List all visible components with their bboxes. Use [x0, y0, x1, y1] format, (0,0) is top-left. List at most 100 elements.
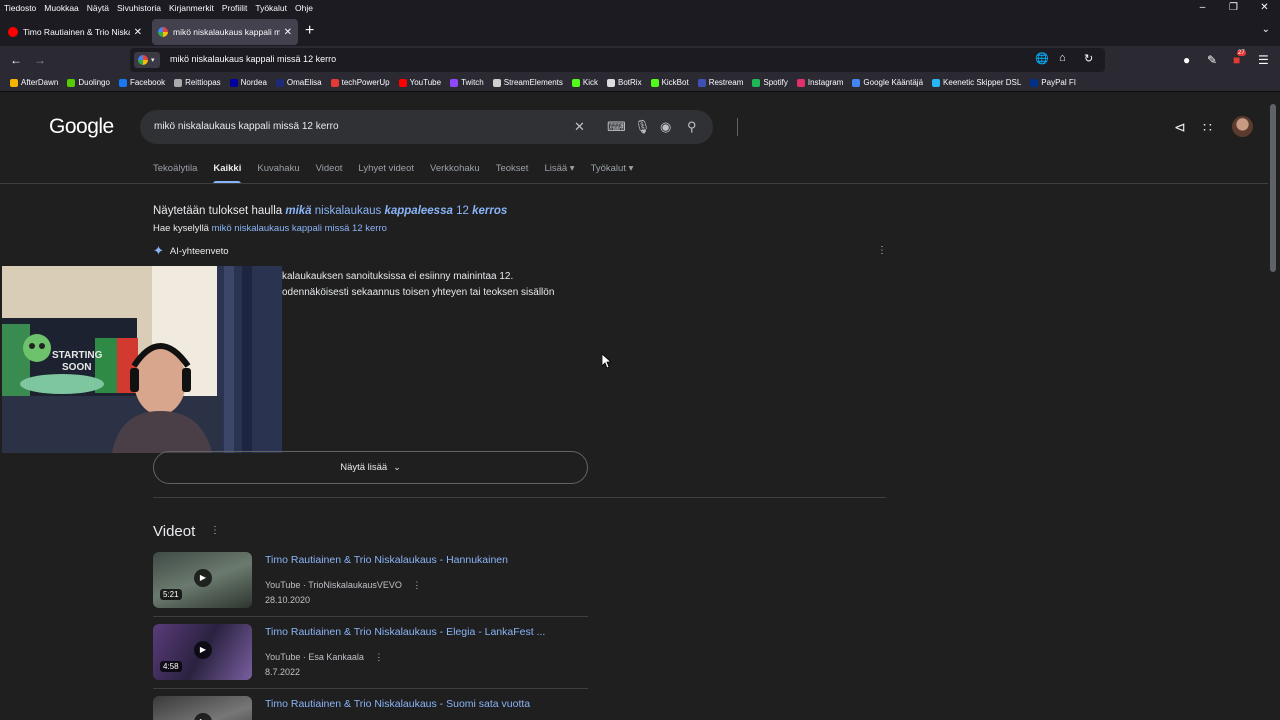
bookmark-item[interactable]: KickBot: [650, 78, 689, 87]
bookmark-item[interactable]: Kick: [571, 78, 598, 87]
bookmark-item[interactable]: StreamElements: [492, 78, 563, 87]
bookmark-label: Nordea: [240, 78, 267, 87]
bookmark-item[interactable]: PayPal FI: [1030, 78, 1076, 87]
tab-more[interactable]: Lisää ▾: [544, 163, 574, 184]
bookmark-label: Kick: [582, 78, 598, 87]
videos-heading: Videot: [153, 523, 196, 540]
tab-short-videos[interactable]: Lyhyet videot: [358, 163, 414, 184]
more-options-icon[interactable]: ⋮: [877, 245, 887, 256]
show-more-button[interactable]: Näytä lisää ⌄: [153, 451, 588, 484]
tab-web[interactable]: Verkkohaku: [430, 163, 480, 184]
bookmark-item[interactable]: AfterDawn: [10, 78, 58, 87]
corrected-word[interactable]: mikä: [285, 205, 311, 217]
tab-list-chevron-icon[interactable]: ⌄: [1262, 24, 1270, 35]
close-window-icon[interactable]: ✕: [1249, 0, 1280, 16]
search-instead-prefix: Hae kyselyllä: [153, 223, 209, 234]
minimize-icon[interactable]: –: [1187, 0, 1218, 16]
close-tab-icon[interactable]: ✕: [134, 27, 142, 38]
search-icon[interactable]: ⚲: [687, 119, 697, 135]
bookmark-item[interactable]: Facebook: [118, 78, 165, 87]
search-box[interactable]: mikö niskalaukaus kappali missä 12 kerro…: [140, 110, 738, 144]
svg-text:SOON: SOON: [62, 362, 91, 373]
bookmark-item[interactable]: Reittiopas: [174, 78, 221, 87]
bookmark-label: Spotify: [763, 78, 788, 87]
bookmark-item[interactable]: Duolingo: [67, 78, 110, 87]
video-title[interactable]: Timo Rautiainen & Trio Niskalaukaus - El…: [265, 626, 545, 638]
bookmark-item[interactable]: techPowerUp: [330, 78, 390, 87]
more-options-icon[interactable]: ⋮: [412, 580, 421, 590]
bookmark-item[interactable]: OmaElisa: [275, 78, 322, 87]
video-result[interactable]: ▶ 5:21 Timo Rautiainen & Trio Niskalauka…: [153, 552, 588, 612]
share-icon[interactable]: ⊲: [1174, 119, 1186, 136]
hamburger-menu-icon[interactable]: ☰: [1258, 52, 1269, 68]
keyboard-icon[interactable]: ⌨: [607, 119, 626, 135]
microphone-icon[interactable]: 🎙: [634, 119, 651, 135]
tab-youtube[interactable]: Timo Rautiainen & Trio Niskalau ✕: [2, 19, 148, 45]
reload-icon[interactable]: ↻: [1084, 52, 1093, 65]
forward-arrow-icon[interactable]: →: [34, 52, 46, 68]
tab-ai-mode[interactable]: Tekoälytila: [153, 163, 197, 184]
tab-images[interactable]: Kuvahaku: [257, 163, 299, 184]
menu-item-history[interactable]: Sivuhistoria: [113, 3, 165, 13]
video-source: YouTube · Esa Kankaala ⋮: [265, 652, 383, 663]
video-title[interactable]: Timo Rautiainen & Trio Niskalaukaus - Su…: [265, 698, 530, 710]
menu-item-view[interactable]: Näytä: [83, 3, 113, 13]
video-result[interactable]: ▶ Timo Rautiainen & Trio Niskalaukaus - …: [153, 696, 588, 720]
menu-item-edit[interactable]: Muokkaa: [40, 3, 83, 13]
bookmark-item[interactable]: Restream: [697, 78, 743, 87]
menu-item-bookmarks[interactable]: Kirjanmerkit: [165, 3, 218, 13]
bookmark-item[interactable]: YouTube: [398, 78, 441, 87]
corrected-word[interactable]: kappaleessa: [384, 205, 452, 217]
scrollbar-thumb[interactable]: [1270, 104, 1276, 272]
corrected-word[interactable]: niskalaukaus: [315, 205, 381, 217]
back-arrow-icon[interactable]: ←: [10, 52, 22, 68]
ai-overview-text: kalaukauksen sanoituksissa ei esiinny ma…: [282, 269, 592, 301]
corrected-word[interactable]: 12: [456, 205, 469, 217]
avatar[interactable]: [1232, 116, 1253, 137]
bookmark-item[interactable]: Keenetic Skipper DSL: [932, 78, 1021, 87]
extensions-icon[interactable]: ✎: [1207, 52, 1217, 68]
bookmark-item[interactable]: Twitch: [450, 78, 484, 87]
tab-works[interactable]: Teokset: [496, 163, 529, 184]
menu-item-file[interactable]: Tiedosto: [0, 3, 40, 13]
video-thumbnail[interactable]: ▶ 4:58: [153, 624, 252, 680]
close-tab-icon[interactable]: ✕: [284, 27, 292, 38]
search-instead-link[interactable]: mikö niskalaukaus kappali missä 12 kerro: [212, 223, 387, 234]
tab-tools[interactable]: Työkalut ▾: [591, 163, 634, 184]
bookmark-item[interactable]: Google Kääntäjä: [852, 78, 923, 87]
menu-item-tools[interactable]: Työkalut: [251, 3, 291, 13]
search-input[interactable]: mikö niskalaukaus kappali missä 12 kerro: [154, 121, 339, 132]
tab-videos[interactable]: Videot: [316, 163, 343, 184]
new-tab-plus-icon[interactable]: +: [305, 22, 314, 40]
video-title[interactable]: Timo Rautiainen & Trio Niskalaukaus - Ha…: [265, 554, 508, 566]
account-icon[interactable]: ●: [1183, 52, 1190, 68]
more-options-icon[interactable]: ⋮: [374, 652, 383, 662]
video-divider: [153, 616, 588, 617]
bookmark-item[interactable]: Nordea: [229, 78, 267, 87]
bookmark-label: KickBot: [661, 78, 689, 87]
home-icon[interactable]: ⌂: [1059, 52, 1066, 64]
address-bar[interactable]: ▾ mikö niskalaukaus kappali missä 12 ker…: [130, 48, 1105, 72]
corrected-word[interactable]: kerros: [472, 205, 507, 217]
tab-google-search[interactable]: mikö niskalaukaus kappali missä ✕: [152, 19, 298, 45]
video-thumbnail[interactable]: ▶: [153, 696, 252, 720]
lens-camera-icon[interactable]: ◉: [660, 119, 671, 135]
video-duration: 5:21: [160, 589, 182, 600]
restore-icon[interactable]: ❐: [1218, 0, 1249, 16]
google-logo[interactable]: Google: [49, 115, 114, 139]
video-source-text: YouTube · TrioNiskalaukausVEVO: [265, 580, 402, 590]
search-engine-selector[interactable]: ▾: [134, 52, 160, 68]
bookmark-label: Duolingo: [78, 78, 110, 87]
bookmark-item[interactable]: Spotify: [752, 78, 788, 87]
menu-item-help[interactable]: Ohje: [291, 3, 317, 13]
menu-item-profiles[interactable]: Profiilit: [218, 3, 252, 13]
videos-options-icon[interactable]: ⋮: [210, 525, 220, 536]
bookmark-item[interactable]: BotRix: [607, 78, 642, 87]
video-thumbnail[interactable]: ▶ 5:21: [153, 552, 252, 608]
translate-globe-icon[interactable]: 🌐: [1035, 52, 1049, 65]
tab-all[interactable]: Kaikki: [213, 163, 242, 184]
apps-grid-icon[interactable]: ∷: [1203, 119, 1212, 136]
bookmark-item[interactable]: Instagram: [796, 78, 843, 87]
clear-icon[interactable]: ✕: [574, 119, 585, 135]
video-result[interactable]: ▶ 4:58 Timo Rautiainen & Trio Niskalauka…: [153, 624, 588, 684]
